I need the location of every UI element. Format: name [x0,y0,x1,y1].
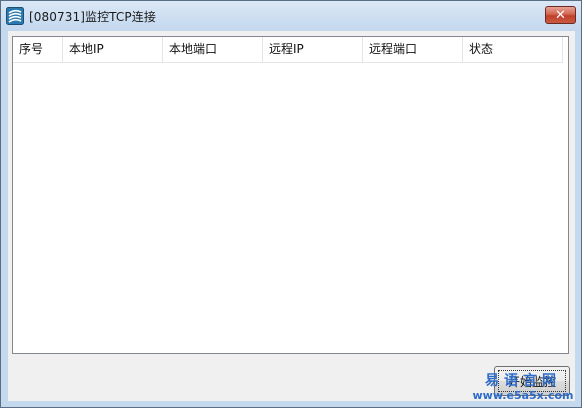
window-title: [080731]监控TCP连接 [29,10,156,24]
connection-list[interactable]: 序号 本地IP 本地端口 远程IP 远程端口 状态 [12,36,569,354]
focus-ring [498,370,566,392]
title-bar[interactable]: [080731]监控TCP连接 ✕ [1,1,581,31]
close-icon: ✕ [555,7,566,23]
client-area: 序号 本地IP 本地端口 远程IP 远程端口 状态 开始监控 [8,31,575,401]
column-header-remote-ip[interactable]: 远程IP [263,37,363,62]
app-window: [080731]监控TCP连接 ✕ 序号 本地IP 本地端口 远程IP 远程端口… [0,0,582,408]
column-header-remote-port[interactable]: 远程端口 [363,37,463,62]
column-header-index[interactable]: 序号 [13,37,63,62]
column-header-local-port[interactable]: 本地端口 [163,37,263,62]
app-logo-icon [6,7,24,25]
list-header: 序号 本地IP 本地端口 远程IP 远程端口 状态 [13,37,563,63]
column-header-local-ip[interactable]: 本地IP [63,37,163,62]
column-header-status[interactable]: 状态 [463,37,563,62]
close-button[interactable]: ✕ [545,6,576,24]
start-monitor-button[interactable]: 开始监控 [494,366,570,396]
